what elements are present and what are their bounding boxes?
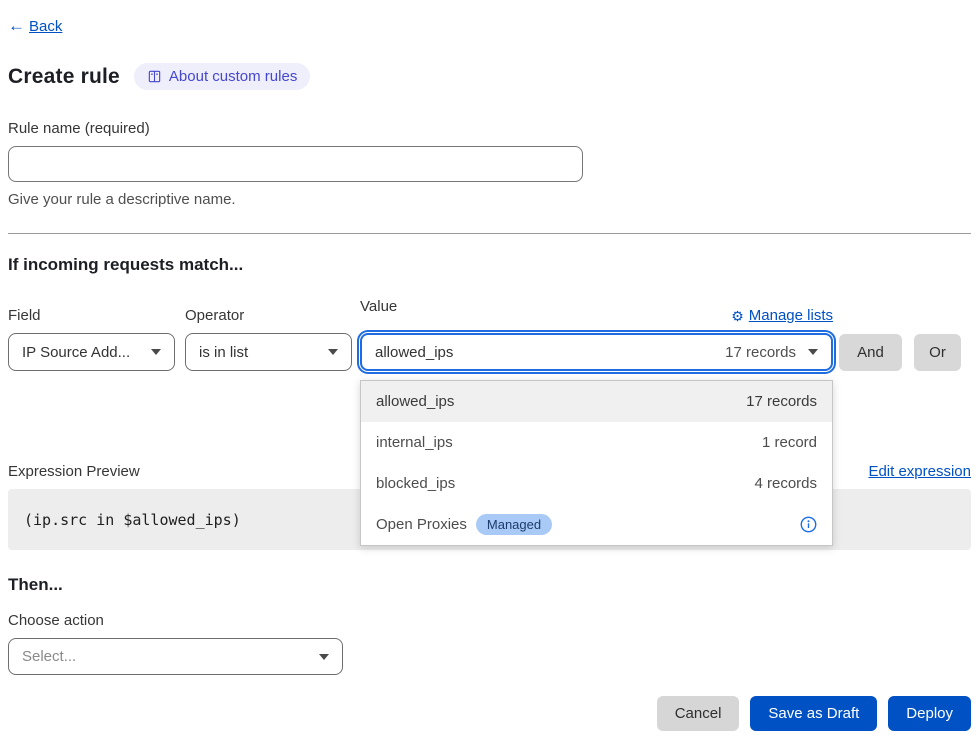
section-divider	[8, 233, 971, 234]
choose-action-label: Choose action	[8, 612, 971, 629]
field-select[interactable]: IP Source Add...	[8, 333, 175, 371]
list-dropdown: allowed_ips 17 records internal_ips 1 re…	[360, 380, 833, 546]
value-label: Value	[360, 298, 397, 315]
manage-lists-link[interactable]: ⚙ Manage lists	[731, 307, 833, 324]
rule-name-label: Rule name (required)	[8, 120, 971, 137]
then-heading: Then...	[8, 575, 971, 595]
option-name: blocked_ips	[376, 475, 455, 492]
chevron-down-icon	[328, 349, 338, 355]
option-record-count: 4 records	[754, 475, 817, 492]
save-as-draft-button[interactable]: Save as Draft	[750, 696, 877, 731]
option-name: Open Proxies	[376, 516, 467, 533]
option-record-count: 17 records	[746, 393, 817, 410]
operator-select[interactable]: is in list	[185, 333, 352, 371]
option-name: internal_ips	[376, 434, 453, 451]
list-option-allowed-ips[interactable]: allowed_ips 17 records	[361, 381, 832, 422]
create-rule-page: ← Back Create rule About custom rules Ru…	[0, 0, 979, 739]
match-heading: If incoming requests match...	[8, 255, 971, 275]
back-arrow-icon: ←	[8, 16, 25, 36]
page-title: Create rule	[8, 65, 120, 89]
action-placeholder: Select...	[22, 648, 76, 665]
field-label: Field	[8, 307, 175, 324]
book-icon	[147, 69, 162, 84]
about-custom-rules-badge[interactable]: About custom rules	[134, 63, 310, 90]
chevron-down-icon	[151, 349, 161, 355]
rule-name-helper: Give your rule a descriptive name.	[8, 191, 971, 208]
rule-name-input[interactable]	[8, 146, 583, 182]
gear-icon: ⚙	[731, 309, 744, 323]
deploy-button[interactable]: Deploy	[888, 696, 971, 731]
or-button[interactable]: Or	[914, 334, 961, 371]
operator-select-value: is in list	[199, 344, 248, 361]
option-record-count: 1 record	[762, 434, 817, 451]
option-name: allowed_ips	[376, 393, 454, 410]
action-select[interactable]: Select...	[8, 638, 343, 675]
value-selected-name: allowed_ips	[375, 344, 453, 361]
value-record-count: 17 records	[725, 344, 796, 361]
expression-code: (ip.src in $allowed_ips)	[24, 511, 241, 529]
list-option-blocked-ips[interactable]: blocked_ips 4 records	[361, 463, 832, 504]
edit-expression-link[interactable]: Edit expression	[868, 463, 971, 480]
list-option-open-proxies[interactable]: Open Proxies Managed	[361, 504, 832, 545]
chevron-down-icon	[319, 654, 329, 660]
back-link[interactable]: Back	[29, 18, 62, 35]
cancel-button[interactable]: Cancel	[657, 696, 740, 731]
about-badge-label: About custom rules	[169, 68, 297, 85]
list-option-internal-ips[interactable]: internal_ips 1 record	[361, 422, 832, 463]
expression-preview-label: Expression Preview	[8, 463, 140, 480]
managed-badge: Managed	[476, 514, 552, 535]
info-icon[interactable]	[800, 516, 817, 533]
chevron-down-icon	[808, 349, 818, 355]
and-button[interactable]: And	[839, 334, 902, 371]
field-select-value: IP Source Add...	[22, 344, 130, 361]
operator-label: Operator	[185, 307, 352, 324]
value-select[interactable]: allowed_ips 17 records	[360, 333, 833, 371]
